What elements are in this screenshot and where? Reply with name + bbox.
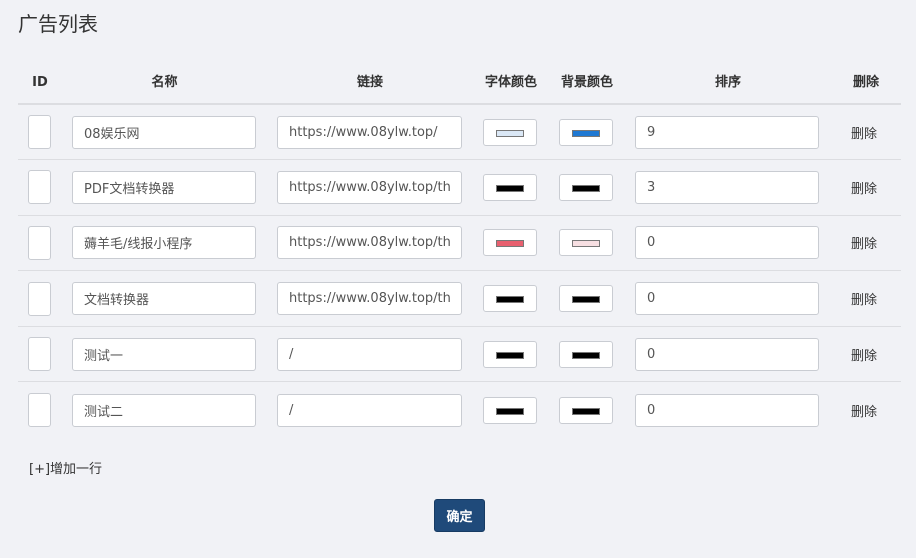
bg-color-swatch [572,407,600,415]
table-row: 删除 [18,270,901,327]
table-header-row: ID 名称 链接 字体颜色 背景颜色 排序 删除 [18,48,901,105]
sort-input[interactable] [635,115,819,149]
font-color-swatch [496,351,524,359]
row-id-checkbox[interactable] [28,337,51,372]
bg-color-picker[interactable] [559,229,613,257]
name-input[interactable] [72,226,256,260]
row-id-checkbox[interactable] [28,281,51,316]
font-color-swatch [496,184,524,192]
font-color-picker[interactable] [483,340,537,368]
table-row: 删除 [18,382,901,438]
header-delete: 删除 [831,48,901,105]
name-input[interactable] [72,393,256,427]
name-input[interactable] [72,337,256,371]
font-color-picker[interactable] [483,173,537,201]
sort-input[interactable] [635,393,819,427]
bg-color-picker[interactable] [559,285,613,313]
header-link: 链接 [267,48,473,105]
link-input[interactable] [277,393,462,427]
font-color-swatch [496,407,524,415]
bg-color-swatch [572,296,600,304]
sort-input[interactable] [635,337,819,371]
row-id-checkbox[interactable] [28,225,51,260]
name-input[interactable] [72,170,256,204]
bg-color-picker[interactable] [559,396,613,424]
table-row: 删除 [18,326,901,383]
bg-color-swatch [572,184,600,192]
font-color-picker[interactable] [483,285,537,313]
font-color-swatch [496,296,524,304]
link-input[interactable] [277,337,462,371]
font-color-picker[interactable] [483,118,537,146]
table-row: 删除 [18,104,901,161]
header-id: ID [18,48,62,105]
link-input[interactable] [277,226,462,260]
link-input[interactable] [277,115,462,149]
delete-link[interactable]: 删除 [831,123,901,142]
delete-link[interactable]: 删除 [831,401,901,420]
font-color-picker[interactable] [483,229,537,257]
delete-link[interactable]: 删除 [831,289,901,308]
ad-table: ID 名称 链接 字体颜色 背景颜色 排序 删除 删除 删除 删除 [18,48,901,438]
row-id-checkbox[interactable] [28,170,51,205]
confirm-button[interactable]: 确定 [434,499,485,532]
page-title: 广告列表 [18,12,98,36]
font-color-swatch [496,129,524,137]
header-font-color: 字体颜色 [473,48,549,105]
bg-color-picker[interactable] [559,340,613,368]
sort-input[interactable] [635,226,819,260]
header-bg-color: 背景颜色 [549,48,625,105]
delete-link[interactable]: 删除 [831,178,901,197]
delete-link[interactable]: 删除 [831,345,901,364]
header-name: 名称 [62,48,267,105]
table-row: 删除 [18,159,901,216]
bg-color-swatch [572,351,600,359]
sort-input[interactable] [635,170,819,204]
bg-color-swatch [572,240,600,248]
link-input[interactable] [277,282,462,316]
name-input[interactable] [72,115,256,149]
row-id-checkbox[interactable] [28,393,51,428]
table-row: 删除 [18,215,901,272]
bg-color-swatch [572,129,600,137]
delete-link[interactable]: 删除 [831,233,901,252]
name-input[interactable] [72,282,256,316]
row-id-checkbox[interactable] [28,115,51,150]
sort-input[interactable] [635,282,819,316]
add-row-link[interactable]: [+]增加一行 [29,458,102,477]
bg-color-picker[interactable] [559,118,613,146]
font-color-swatch [496,240,524,248]
bg-color-picker[interactable] [559,173,613,201]
link-input[interactable] [277,170,462,204]
header-sort: 排序 [625,48,831,105]
font-color-picker[interactable] [483,396,537,424]
